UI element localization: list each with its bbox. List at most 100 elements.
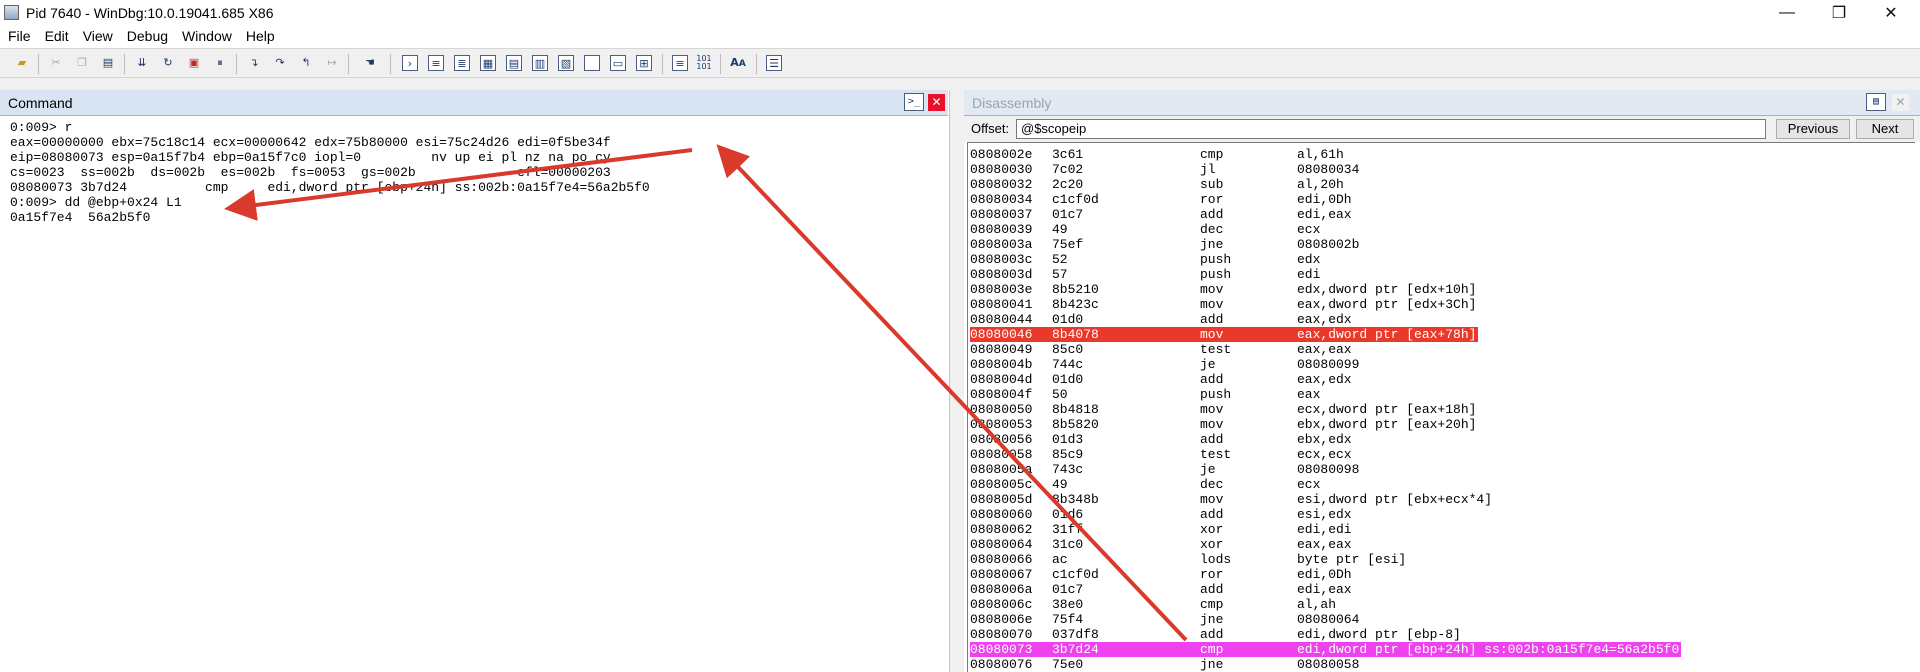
disassembly-row[interactable]: 08080056 01d3 add ebx,edx (970, 432, 1354, 447)
step-over-icon[interactable]: ↷ (272, 55, 288, 71)
disassembly-row-highlighted[interactable]: 08080073 3b7d24 cmp edi,dword ptr [ebp+24h]… (970, 642, 1682, 657)
instruction-bytes: 75ef (1052, 237, 1084, 252)
instruction-bytes: 01c7 (1052, 582, 1084, 597)
disassembly-pane-close-button[interactable]: ✕ (1892, 94, 1909, 111)
disassembly-row[interactable]: 08080049 85c0 test eax,eax (970, 342, 1354, 357)
paste-icon[interactable]: ▤ (100, 55, 116, 71)
disassembly-window-icon[interactable]: ▤ (1866, 93, 1886, 111)
disassembly-row[interactable]: 0808006a 01c7 add edi,eax (970, 582, 1354, 597)
instruction-mnemonic: je (1200, 462, 1216, 477)
restart-icon[interactable]: ↻ (160, 55, 176, 71)
disassembly-row[interactable]: 0808005c 49 dec ecx (970, 477, 1322, 492)
menu-debug[interactable]: Debug (119, 26, 174, 48)
step-out-icon[interactable]: ↰ (298, 55, 314, 71)
minimize-button[interactable]: — (1764, 0, 1810, 26)
menu-window[interactable]: Window (174, 26, 238, 48)
font-icon[interactable]: AA (730, 55, 746, 71)
disassembly-row[interactable]: 08080034 c1cf0d ror edi,0Dh (970, 192, 1354, 207)
instruction-mnemonic: dec (1200, 477, 1224, 492)
instruction-address: 0808003a (970, 237, 1033, 252)
processes-threads-icon[interactable]: ▭ (610, 55, 626, 71)
disassembly-row[interactable]: 0808006c 38e0 cmp al,ah (970, 597, 1338, 612)
watch-window-icon[interactable]: ≡ (428, 55, 444, 71)
copy-icon[interactable]: ❐ (74, 55, 90, 71)
step-into-icon[interactable]: ↴ (246, 55, 262, 71)
menu-edit[interactable]: Edit (37, 26, 75, 48)
disassembly-row[interactable]: 0808003a 75ef jne 0808002b (970, 237, 1361, 252)
command-prompt-icon[interactable]: >_ (904, 93, 924, 111)
instruction-mnemonic: cmp (1200, 642, 1224, 657)
command-pane[interactable]: Command >_ ✕ 0:009> r eax=00000000 ebx=75… (0, 90, 950, 672)
registers-window-icon[interactable]: ▦ (480, 55, 496, 71)
cut-icon[interactable]: ✂ (48, 55, 64, 71)
menu-file[interactable]: File (0, 26, 37, 48)
disassembly-row[interactable]: 08080060 01d6 add esi,edx (970, 507, 1354, 522)
pane-splitter[interactable] (950, 90, 964, 672)
disassembly-row[interactable]: 0808005d 8b348b mov esi,dword ptr [ebx+ecx*… (970, 492, 1494, 507)
disassembly-row[interactable]: 08080030 7c02 jl 08080034 (970, 162, 1361, 177)
command-output[interactable]: 0:009> r eax=00000000 ebx=75c18c14 ecx=00… (10, 120, 650, 225)
disassembly-pane[interactable]: Disassembly ▤ ✕ Offset: @$scopeip Previo… (964, 90, 1920, 672)
disassembly-row[interactable]: 08080050 8b4818 mov ecx,dword ptr [eax+18h] (970, 402, 1478, 417)
disassembly-row[interactable]: 0808004f 50 push eax (970, 387, 1322, 402)
call-stack-window-icon[interactable]: ▥ (532, 55, 548, 71)
instruction-mnemonic: jl (1200, 162, 1216, 177)
disassembly-listing[interactable]: 0808002e 3c61 cmp al,61h 08080030 7c02 jl 08080… (967, 142, 1915, 672)
break-icon[interactable]: ⏸ (212, 55, 228, 71)
instruction-bytes: 31ff (1052, 522, 1084, 537)
instruction-bytes: 01d0 (1052, 372, 1084, 387)
source-mode-icon[interactable]: ⊞ (636, 55, 652, 71)
disassembly-row[interactable]: 08080058 85c9 test ecx,ecx (970, 447, 1354, 462)
disassembly-row[interactable]: 0808003c 52 push edx (970, 252, 1322, 267)
menu-view[interactable]: View (75, 26, 119, 48)
disassembly-row[interactable]: 08080044 01d0 add eax,edx (970, 312, 1354, 327)
go-icon[interactable]: ⇊ (134, 55, 150, 71)
offset-input[interactable]: @$scopeip (1016, 119, 1766, 139)
open-folder-icon[interactable]: ▰ (14, 55, 30, 71)
scratch-pad-icon[interactable] (584, 55, 600, 71)
disassembly-row[interactable]: 08080032 2c20 sub al,20h (970, 177, 1346, 192)
disassembly-window-icon[interactable]: ▧ (558, 55, 574, 71)
close-window-button[interactable]: ✕ (1868, 0, 1914, 26)
instruction-address: 08080049 (970, 342, 1033, 357)
previous-button[interactable]: Previous (1776, 119, 1850, 139)
disassembly-row[interactable]: 0808006e 75f4 jne 08080064 (970, 612, 1361, 627)
disassembly-row[interactable]: 08080076 75e0 jne 08080058 (970, 657, 1361, 672)
disassembly-row[interactable]: 08080039 49 dec ecx (970, 222, 1322, 237)
instruction-bytes: 2c20 (1052, 177, 1084, 192)
disassembly-row[interactable]: 08080053 8b5820 mov ebx,dword ptr [eax+20h] (970, 417, 1478, 432)
instruction-operands: eax,dword ptr [edx+3Ch] (1297, 297, 1477, 312)
instruction-bytes: c1cf0d (1052, 567, 1099, 582)
disassembly-row[interactable]: 0808003d 57 push edi (970, 267, 1322, 282)
disassembly-row[interactable]: 0808005a 743c je 08080098 (970, 462, 1361, 477)
disassembly-row[interactable]: 08080064 31c0 xor eax,eax (970, 537, 1354, 552)
stop-debugging-icon[interactable]: ▣ (186, 55, 202, 71)
memory-window-icon[interactable]: ▤ (506, 55, 522, 71)
instruction-address: 08080064 (970, 537, 1033, 552)
run-to-cursor-icon[interactable]: ↦ (324, 55, 340, 71)
command-window-icon[interactable]: › (402, 55, 418, 71)
disassembly-row[interactable]: 0808002e 3c61 cmp al,61h (970, 147, 1346, 162)
disassembly-row[interactable]: 08080041 8b423c mov eax,dword ptr [edx+3Ch] (970, 297, 1478, 312)
disassembly-row[interactable]: 0808004b 744c je 08080099 (970, 357, 1361, 372)
disassembly-row[interactable]: 0808004d 01d0 add eax,edx (970, 372, 1354, 387)
window-title: Pid 7640 - WinDbg:10.0.19041.685 X86 (26, 5, 274, 21)
menu-help[interactable]: Help (238, 26, 281, 48)
restore-button[interactable]: ❐ (1816, 0, 1862, 26)
command-pane-close-button[interactable]: ✕ (928, 94, 945, 111)
instruction-operands: edi (1297, 267, 1321, 282)
options-icon[interactable]: ☰ (766, 55, 782, 71)
disassembly-row-highlighted[interactable]: 08080046 8b4078 mov eax,dword ptr [eax+78h] (970, 327, 1479, 342)
instruction-operands: ecx,ecx (1297, 447, 1352, 462)
hex-display-icon[interactable]: 101 101 (696, 55, 712, 71)
disassembly-row[interactable]: 08080067 c1cf0d ror edi,0Dh (970, 567, 1354, 582)
source-mode-toggle-icon[interactable]: ≡ (672, 55, 688, 71)
hand-icon[interactable]: ☚ (362, 55, 378, 71)
disassembly-row[interactable]: 08080066 ac lods byte ptr [esi] (970, 552, 1408, 567)
next-button[interactable]: Next (1856, 119, 1914, 139)
disassembly-row[interactable]: 0808003e 8b5210 mov edx,dword ptr [edx+10h] (970, 282, 1478, 297)
disassembly-row[interactable]: 08080062 31ff xor edi,edi (970, 522, 1354, 537)
disassembly-row[interactable]: 08080070 037df8 add edi,dword ptr [ebp-8] (970, 627, 1463, 642)
locals-window-icon[interactable]: ≣ (454, 55, 470, 71)
disassembly-row[interactable]: 08080037 01c7 add edi,eax (970, 207, 1354, 222)
